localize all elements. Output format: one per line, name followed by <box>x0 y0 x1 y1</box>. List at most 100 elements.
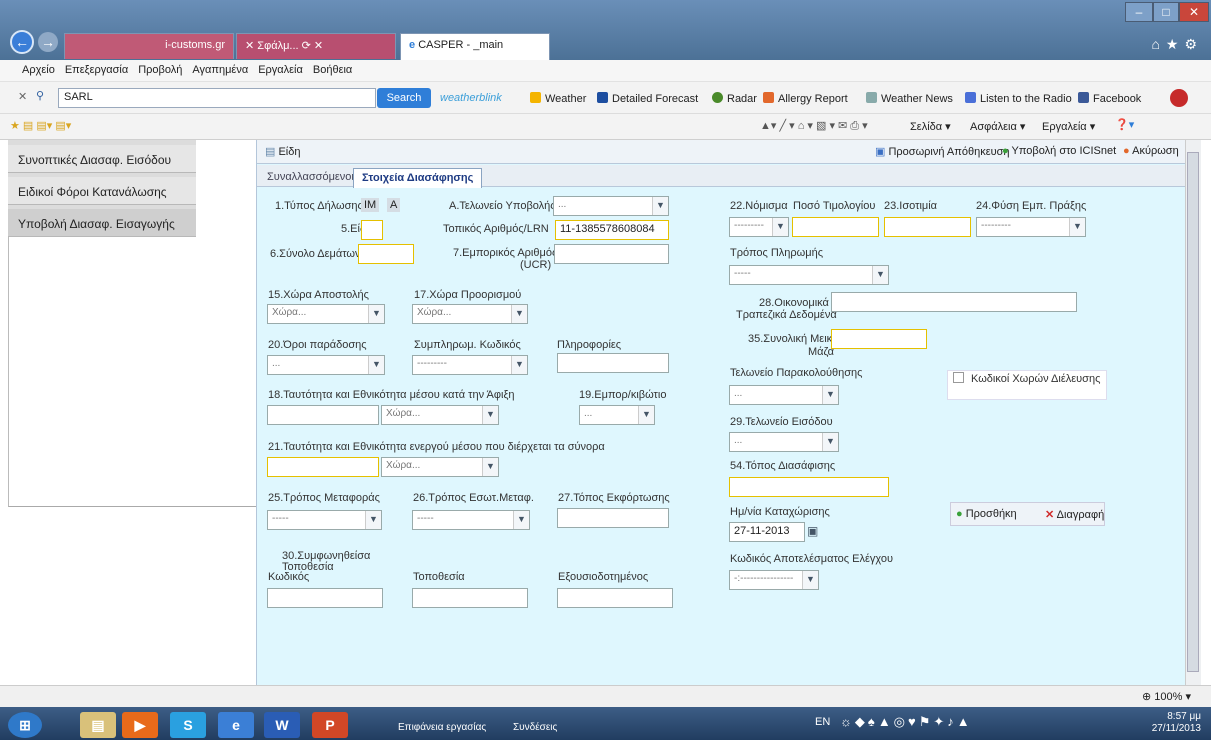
payment-method-select[interactable]: ----- ▼ <box>729 265 889 285</box>
favorites-icon[interactable]: ★ ▤ ▤▾ ▤▾ <box>10 119 71 132</box>
monitoring-office-select[interactable]: ... ▼ <box>729 385 839 405</box>
home-favorites-settings-icons[interactable]: ⌂★⚙ <box>1151 36 1203 53</box>
help-icon[interactable]: ❓▾ <box>1115 118 1134 131</box>
taskbar-links[interactable]: Συνδέσεις <box>513 722 557 733</box>
ask-icon[interactable] <box>1170 89 1188 107</box>
exchange-rate-input[interactable] <box>884 217 971 237</box>
delivery-terms-select[interactable]: ... ▼ <box>267 355 385 375</box>
browser-tab-casper[interactable]: e CASPER - _main <box>400 33 550 60</box>
declaration-type-a[interactable]: A <box>387 198 401 212</box>
location-input[interactable] <box>412 588 528 608</box>
taskbar-desktop[interactable]: Επιφάνεια εργασίας <box>398 722 486 733</box>
tab-declaration-details[interactable]: Στοιχεία Διασάφησης <box>353 168 483 188</box>
powerpoint-icon[interactable]: P <box>312 712 348 738</box>
cmd-safety[interactable]: Ασφάλεια ▾ <box>970 120 1025 133</box>
toolbar-radar[interactable]: Radar <box>712 92 757 105</box>
browser-tab-error[interactable]: ✕ Σφάλμ... ⟳ ✕ <box>236 33 396 59</box>
cancel-button[interactable]: ● Ακύρωση <box>1123 145 1179 157</box>
transport-mode-select[interactable]: ----- ▼ <box>267 510 382 530</box>
cmd-page[interactable]: Σελίδα ▾ <box>910 120 951 133</box>
currency-select[interactable]: --------- ▼ <box>729 217 789 237</box>
ie-taskbar-icon[interactable]: e <box>218 712 254 738</box>
page-tools-icons[interactable]: ▲▾ ╱ ▾ ⌂ ▾ ▧ ▾ ✉ ⎙ ▾ <box>760 119 868 133</box>
authorized-input[interactable] <box>557 588 673 608</box>
explorer-icon[interactable]: ▤ <box>80 712 116 738</box>
declaration-type-im[interactable]: IM <box>361 198 380 212</box>
country-destination-select[interactable]: Χώρα... ▼ <box>412 304 528 324</box>
word-icon[interactable]: W <box>264 712 300 738</box>
customs-office-submit-select[interactable]: ... ▼ <box>553 196 669 216</box>
scrollbar-thumb[interactable] <box>1187 152 1199 672</box>
invoice-amount-input[interactable] <box>792 217 879 237</box>
label-transit-countries: Κωδικοί Χωρών Διέλευσης <box>971 373 1101 385</box>
country-dispatch-select[interactable]: Χώρα... ▼ <box>267 304 385 324</box>
total-packages-input[interactable] <box>358 244 414 264</box>
menu-file[interactable]: Αρχείο <box>22 64 55 77</box>
control-result-select[interactable]: -:---------------- ▼ <box>729 570 819 590</box>
chevron-down-icon: ▼ <box>368 305 384 323</box>
system-tray-icons[interactable]: ☼◆♠▲◎♥⚑✦♪▲ <box>840 714 973 730</box>
clock[interactable]: 8:57 μμ 27/11/2013 <box>1152 711 1201 735</box>
toolbar-facebook[interactable]: Facebook <box>1078 92 1141 105</box>
nav-import-declaration[interactable]: Υποβολή Διασαφ. Εισαγωγής <box>8 209 196 237</box>
cmd-tools[interactable]: Εργαλεία ▾ <box>1042 120 1095 133</box>
toolbar-search-input[interactable]: SARL <box>58 88 376 108</box>
minimize-button[interactable]: – <box>1125 2 1153 22</box>
start-button[interactable]: ⊞ <box>8 712 42 738</box>
command-bar: ★ ▤ ▤▾ ▤▾ ▲▾ ╱ ▾ ⌂ ▾ ▧ ▾ ✉ ⎙ ▾ Σελίδα ▾ … <box>0 114 1211 140</box>
language-indicator[interactable]: EN <box>815 716 830 728</box>
close-button[interactable]: ✕ <box>1179 2 1209 22</box>
entry-office-select[interactable]: ... ▼ <box>729 432 839 452</box>
menu-view[interactable]: Προβολή <box>138 64 182 77</box>
toolbar-allergy-report[interactable]: Allergy Report <box>763 92 848 105</box>
items-input[interactable] <box>361 220 383 240</box>
transaction-nature-select[interactable]: --------- ▼ <box>976 217 1086 237</box>
tab-casper-label: CASPER - _main <box>418 39 504 51</box>
label-supplementary-code: Συμπληρωμ. Κωδικός <box>414 339 521 351</box>
back-button[interactable]: ← <box>10 30 34 54</box>
forward-button[interactable]: → <box>38 32 58 52</box>
transport-arrival-input[interactable] <box>267 405 379 425</box>
active-transport-country-select[interactable]: Χώρα... ▼ <box>381 457 499 477</box>
nav-excise-taxes[interactable]: Ειδικοί Φόροι Κατανάλωσης <box>8 177 196 205</box>
label-registration-date: Ημ/νία Καταχώρισης <box>730 506 830 518</box>
container-select[interactable]: ... ▼ <box>579 405 655 425</box>
save-draft-button[interactable]: ▣ Προσωρινή Απόθηκευση <box>875 145 1010 158</box>
delete-button[interactable]: ✕ Διαγραφή <box>1045 508 1104 521</box>
declaration-place-input[interactable] <box>729 477 889 497</box>
tab-parties[interactable]: Συναλλασσόμενοι <box>259 168 362 188</box>
zoom-level[interactable]: ⊕ 100% ▾ <box>1142 690 1191 703</box>
menu-edit[interactable]: Επεξεργασία <box>65 64 128 77</box>
submit-icisnet-button[interactable]: ● Υποβολή στο ICISnet <box>1002 145 1116 157</box>
maximize-button[interactable]: □ <box>1153 2 1179 22</box>
toolbar-detailed-forecast[interactable]: Detailed Forecast <box>597 92 698 105</box>
calendar-icon[interactable]: ▣ <box>807 524 818 538</box>
menu-tools[interactable]: Εργαλεία <box>258 64 303 77</box>
transit-countries-checkbox[interactable] <box>953 372 964 383</box>
lrn-input[interactable]: 11-1385578608084 <box>555 220 669 240</box>
info-input[interactable] <box>557 353 669 373</box>
toolbar-listen-radio[interactable]: Listen to the Radio <box>965 92 1072 105</box>
nav-summary-declarations[interactable]: Συνοπτικές Διασαφ. Εισόδου <box>8 145 196 173</box>
ucr-input[interactable] <box>554 244 669 264</box>
unloading-place-input[interactable] <box>557 508 669 528</box>
browser-tab-icustoms[interactable]: i-customs.gr <box>64 33 234 59</box>
registration-date-input[interactable]: 27-11-2013 <box>729 522 805 542</box>
add-button[interactable]: ● Προσθήκη <box>956 508 1017 520</box>
inland-transport-select[interactable]: ----- ▼ <box>412 510 530 530</box>
financial-data-input[interactable] <box>831 292 1077 312</box>
toolbar-weather[interactable]: Weather <box>530 92 586 105</box>
skype-icon[interactable]: S <box>170 712 206 738</box>
menu-help[interactable]: Βοήθεια <box>313 64 352 77</box>
items-link[interactable]: ▤ Είδη <box>265 145 301 158</box>
supplementary-code-select[interactable]: --------- ▼ <box>412 355 528 375</box>
menu-favorites[interactable]: Αγαπημένα <box>192 64 248 77</box>
toolbar-weather-news[interactable]: Weather News <box>866 92 953 105</box>
location-code-input[interactable] <box>267 588 383 608</box>
media-player-icon[interactable]: ▶ <box>122 712 158 738</box>
close-toolbar-icon[interactable]: ✕ <box>18 90 27 103</box>
toolbar-search-button[interactable]: Search <box>377 88 431 108</box>
active-transport-input[interactable] <box>267 457 379 477</box>
gross-mass-input[interactable] <box>831 329 927 349</box>
transport-arrival-country-select[interactable]: Χώρα... ▼ <box>381 405 499 425</box>
